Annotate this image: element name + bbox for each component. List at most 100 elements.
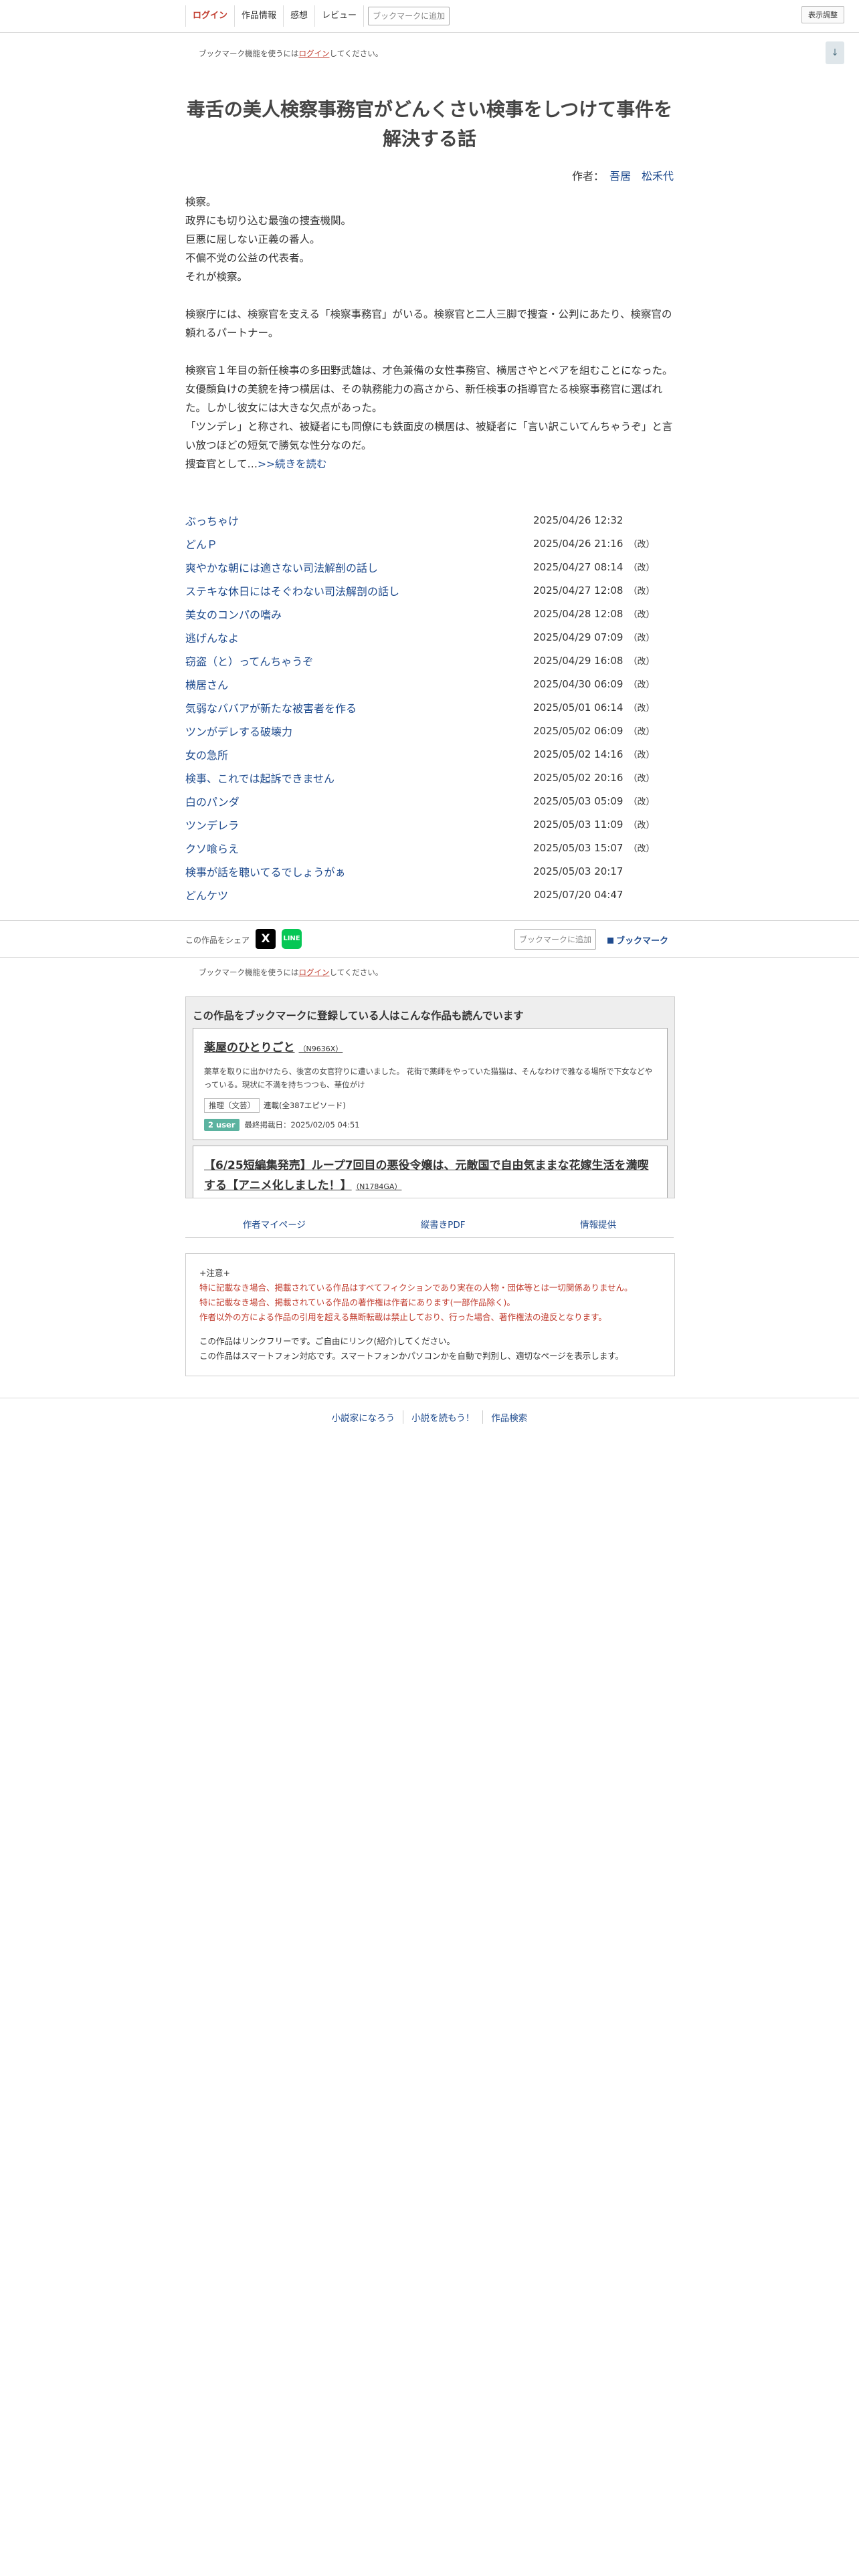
recommendation-desc: 薬草を取りに出かけたら、後宮の女官狩りに遭いました。 花街で薬師をやっていた猫猫… [204,1067,653,1089]
footer-search-link[interactable]: 作品検索 [482,1410,535,1424]
revised-mark: （改） [628,704,655,714]
synopsis-line: 検察庁には、検察官を支える「検察事務官」がいる。検察官と二人三脚で捜査・公判にあ… [185,308,672,339]
line-share-icon[interactable]: LINE [282,929,302,949]
episode-row: 女の急所 2025/05/02 14:16 （改） [185,742,674,766]
episode-date: 2025/05/02 06:09 [533,724,624,737]
episode-date: 2025/04/29 07:09 [533,631,624,643]
rec-title-text[interactable]: 薬屋のひとりごと [204,1041,295,1055]
user-count-badge: 2 user [204,1119,240,1131]
author-mypage-link[interactable]: 作者マイページ [243,1217,306,1237]
scroll-down-icon[interactable]: ↓ [826,41,844,64]
synopsis-line: 「ツンデレ」と称され、被疑者にも同僚にも鉄面皮の横居は、被疑者に「言い訳こいてん… [185,421,673,451]
footer-links: 作者マイページ 縦書きPDF 情報提供 [185,1217,674,1238]
episode-date: 2025/04/28 12:08 [533,607,624,620]
review-link[interactable]: レビュー [314,5,365,27]
synopsis-line: 検察官１年目の新任検事の多田野武雄は、才色兼備の女性事務官、横居さやとペアを組む… [185,364,673,414]
episode-date: 2025/05/03 20:17 [533,865,624,877]
top-bar: ログイン 作品情報 感想 レビュー ブックマークに追加 表示調整 [0,0,859,33]
revised-mark: （改） [628,727,655,737]
display-settings-button[interactable]: 表示調整 [801,6,844,23]
notice-login-link[interactable]: ログイン [299,49,330,58]
report-link[interactable]: 情報提供 [580,1217,616,1237]
share-label: この作品をシェア [185,936,250,945]
synopsis-line: それが検察。 [185,271,248,283]
synopsis-line [185,286,674,305]
synopsis: 検察。 政界にも切り込む最強の捜査機関。 巨悪に屈しない正義の番人。 不偏不党の公益の… [185,193,674,473]
rec-title-text[interactable]: 【6/25短編集発売】ループ7回目の悪役令嬢は、元敵国で自由気ままな花嫁生活を満… [204,1159,649,1192]
caution-note-2: この作品はスマートフォン対応です。スマートフォンかパソコンかを自動で判別し、適切… [199,1351,624,1361]
episode-title-link[interactable]: 白のパンダ [185,793,533,809]
episode-row: クソ喰らえ 2025/05/03 15:07 （改） [185,836,674,859]
revised-mark: （改） [628,680,655,690]
recommendation-card[interactable]: 薬屋のひとりごと （N9636X） 薬草を取りに出かけたら、後宮の女官狩りに遭いま… [193,1028,668,1140]
episode-title-link[interactable]: 横居さん [185,676,533,692]
footer-narou-link[interactable]: 小説家になろう [324,1410,403,1424]
episode-title-link[interactable]: 美女のコンパの嗜み [185,606,533,622]
episode-title-link[interactable]: ステキな休日にはそぐわない司法解剖の話し [185,582,533,599]
bookmark-link[interactable]: ブックマーク [607,934,668,946]
episode-row: 逃げんなよ 2025/04/29 07:09 （改） [185,625,674,649]
episode-row: 検事、これでは起訴できません 2025/05/02 20:16 （改） [185,766,674,789]
vertical-pdf-link[interactable]: 縦書きPDF [421,1217,466,1237]
revised-mark: （改） [628,750,655,760]
episode-date: 2025/05/03 05:09 [533,794,624,807]
episode-title-link[interactable]: 逃げんなよ [185,629,533,645]
bookmark-add-button-bottom[interactable]: ブックマークに追加 [514,929,597,950]
episode-title-link[interactable]: 爽やかな朝には適さない司法解剖の話し [185,559,533,575]
episode-title-link[interactable]: ツンがデレする破壊力 [185,723,533,739]
episode-title-link[interactable]: 気弱なババアが新たな被害者を作る [185,700,533,716]
caution-red-3: 作者以外の方による作品の引用を超える無断転載は禁止しており、行った場合、著作権法… [199,1312,607,1322]
episode-title-link[interactable]: 窃盗（と）ってんちゃうぞ [185,653,533,669]
episode-title-link[interactable]: ぶっちゃけ [185,512,533,528]
episode-row: 気弱なババアが新たな被害者を作る 2025/05/01 06:14 （改） [185,695,674,719]
episode-title-link[interactable]: どんケツ [185,887,533,903]
episode-title-link[interactable]: ツンデレラ [185,817,533,833]
episode-row: 爽やかな朝には適さない司法解剖の話し 2025/04/27 08:14 （改） [185,555,674,578]
episode-row: 白のパンダ 2025/05/03 05:09 （改） [185,789,674,813]
recommendation-tags: 推理〔文芸〕 連載(全387エピソード) [204,1098,656,1113]
share-bar: この作品をシェア X LINE ブックマークに追加 ブックマーク [0,920,859,958]
login-link[interactable]: ログイン [185,5,234,27]
recommendation-title[interactable]: 【6/25短編集発売】ループ7回目の悪役令嬢は、元敵国で自由気ままな花嫁生活を満… [204,1156,656,1197]
episode-title-link[interactable]: どんＰ [185,536,533,552]
episode-row: 検事が話を聴いてるでしょうがぁ 2025/05/03 20:17 [185,859,674,883]
bookmark-login-notice: ブックマーク機能を使うにはログインしてください。 [199,48,383,59]
notice-prefix: ブックマーク機能を使うには [199,49,299,58]
genre-tag[interactable]: 推理〔文芸〕 [204,1098,260,1113]
caution-head: +注意+ [199,1268,230,1278]
novel-info-link[interactable]: 作品情報 [234,5,283,27]
synopsis-line [185,342,674,361]
episode-title-link[interactable]: 検事、これでは起訴できません [185,770,533,786]
revised-mark: （改） [628,610,655,620]
impression-link[interactable]: 感想 [283,5,314,27]
novel-title: 毒舌の美人検察事務官がどんくさい検事をしつけて事件を解決する話 [186,98,673,150]
caution-box: +注意+ 特に記載なき場合、掲載されている作品はすべてフィクションであり実在の人… [185,1253,675,1376]
recommendation-card[interactable]: 【6/25短編集発売】ループ7回目の悪役令嬢は、元敵国で自由気ままな花嫁生活を満… [193,1146,668,1198]
synopsis-last: 捜査官として… [185,458,258,470]
notice-login-link[interactable]: ログイン [299,968,330,977]
author-link[interactable]: 吾居 松禾代 [609,170,674,183]
episode-date: 2025/05/03 11:09 [533,818,624,831]
episode-row: 横居さん 2025/04/30 06:09 （改） [185,672,674,695]
synopsis-line: 検察。 [185,196,217,208]
episode-title-link[interactable]: クソ喰らえ [185,840,533,856]
recommendation-title[interactable]: 薬屋のひとりごと （N9636X） [204,1038,656,1059]
footer-yomou-link[interactable]: 小説を読もう！ [403,1410,482,1424]
revised-mark: （改） [628,821,655,831]
episode-title-link[interactable]: 女の急所 [185,746,533,762]
revised-mark: （改） [628,797,655,807]
bookmark-login-notice-bottom: ブックマーク機能を使うにはログインしてください。 [199,967,383,978]
bookmark-add-button[interactable]: ブックマークに追加 [368,7,450,25]
episode-date: 2025/04/26 21:16 [533,537,624,550]
caution-red-2: 特に記載なき場合、掲載されている作品の著作権は作者にあります(一部作品除く)。 [199,1297,515,1307]
read-more-link[interactable]: >>続きを読む [258,458,326,470]
rec-ncode: （N1784GA） [355,1182,402,1191]
episode-title-link[interactable]: 検事が話を聴いてるでしょうがぁ [185,863,533,879]
x-share-icon[interactable]: X [256,929,276,949]
revised-mark: （改） [628,586,655,597]
episode-row: ツンデレラ 2025/05/03 11:09 （改） [185,813,674,836]
notice-suffix: してください。 [329,968,383,977]
episode-row: どんＰ 2025/04/26 21:16 （改） [185,532,674,555]
recommendations-heading: この作品をブックマークに登録している人はこんな作品も読んでいます [193,1010,524,1022]
episode-date: 2025/04/27 08:14 [533,560,624,573]
